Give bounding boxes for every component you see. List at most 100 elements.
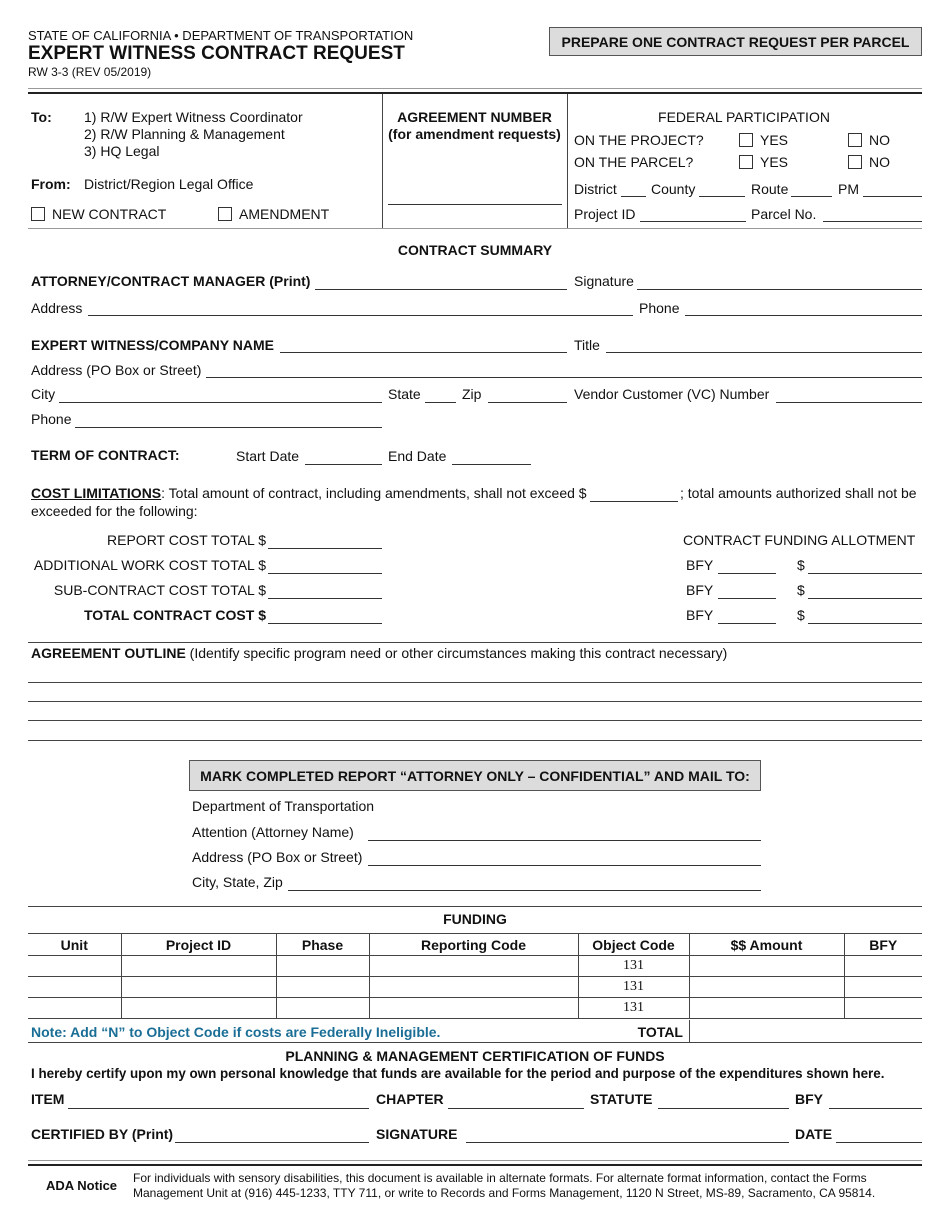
mail-address-field[interactable] [368,865,761,866]
funding-row: 131 [28,955,922,977]
dollar-label-2: $ [797,582,805,598]
contract-summary-title: CONTRACT SUMMARY [397,242,553,258]
new-contract-label: NEW CONTRACT [52,206,167,222]
object-code-cell[interactable]: 131 [577,997,690,1019]
expert-address-field[interactable] [206,377,922,378]
mail-city-field[interactable] [288,890,761,891]
object-code-cell[interactable]: 131 [577,976,690,998]
footer-divider-thick [28,1164,922,1166]
total-amount-field[interactable] [690,1021,922,1041]
bfy-field-2[interactable] [718,598,776,599]
outline-line-3[interactable] [28,720,922,721]
reporting-code-cell[interactable] [368,976,579,998]
report-cost-field[interactable] [268,548,382,549]
chapter-field[interactable] [448,1108,584,1109]
to-item-2: 2) R/W Planning & Management [84,126,285,142]
amendment-checkbox[interactable] [218,207,232,221]
district-field[interactable] [621,196,646,197]
district-label: District [574,181,617,197]
project-id-cell[interactable] [120,997,277,1019]
reporting-code-cell[interactable] [368,955,579,977]
total-cost-field[interactable] [268,623,382,624]
routing-bottom-divider [28,228,922,229]
new-contract-checkbox[interactable] [31,207,45,221]
expert-title-field[interactable] [606,352,922,353]
unit-cell[interactable] [28,955,122,977]
item-field[interactable] [68,1108,369,1109]
bfy-cell[interactable] [843,976,922,998]
bfy-field-3[interactable] [718,623,776,624]
parcel-no-checkbox[interactable] [848,155,862,169]
county-field[interactable] [699,196,745,197]
project-no-checkbox[interactable] [848,133,862,147]
allotment-amount-field-3[interactable] [808,623,922,624]
statute-field[interactable] [658,1108,789,1109]
attention-field[interactable] [368,840,761,841]
zip-label: Zip [462,386,482,402]
cert-date-field[interactable] [836,1142,922,1143]
pm-field[interactable] [863,196,922,197]
additional-cost-label: ADDITIONAL WORK COST TOTAL $ [33,557,266,573]
attorney-field[interactable] [315,289,567,290]
start-date-field[interactable] [305,464,382,465]
attorney-phone-field[interactable] [685,315,922,316]
outline-top-divider [28,642,922,643]
route-label: Route [751,181,789,197]
outline-line-4[interactable] [28,740,922,741]
phase-cell[interactable] [275,997,370,1019]
expert-city-field[interactable] [59,402,382,403]
expert-name-field[interactable] [280,352,567,353]
project-yes-checkbox[interactable] [739,133,753,147]
cert-signature-field[interactable] [466,1142,789,1143]
object-code-cell[interactable]: 131 [577,955,690,977]
parcel-no-field[interactable] [823,221,922,222]
project-id-cell[interactable] [120,955,277,977]
funding-title: FUNDING [443,911,507,927]
outline-line-2[interactable] [28,701,922,702]
vc-number-field[interactable] [776,402,922,403]
route-field[interactable] [791,196,832,197]
end-date-field[interactable] [452,464,531,465]
additional-cost-field[interactable] [268,573,382,574]
unit-cell[interactable] [28,997,122,1019]
project-id-cell[interactable] [120,976,277,998]
outline-line-1[interactable] [28,682,922,683]
bfy-cell[interactable] [843,997,922,1019]
cert-bfy-label: BFY [795,1091,823,1107]
parcel-yes-checkbox[interactable] [739,155,753,169]
agreement-outline-text: AGREEMENT OUTLINE (Identify specific pro… [31,645,727,662]
certified-by-field[interactable] [175,1142,369,1143]
amount-cell[interactable] [688,955,845,977]
signature-label: Signature [574,273,634,289]
cost-limitations-text-3: exceeded for the following: [31,503,198,519]
amount-cell[interactable] [688,976,845,998]
subcontract-cost-field[interactable] [268,598,382,599]
expert-zip-field[interactable] [488,402,567,403]
phase-cell[interactable] [275,976,370,998]
project-id-field[interactable] [640,221,746,222]
mail-city-label: City, State, Zip [192,874,283,890]
expert-state-field[interactable] [425,402,456,403]
max-contract-amount-field[interactable] [590,501,678,502]
funding-row: 131 [28,997,922,1019]
attorney-signature-field[interactable] [637,289,922,290]
agreement-number-field[interactable] [388,204,562,205]
bfy-cell[interactable] [843,955,922,977]
parcel-no-label: NO [869,154,890,170]
agreement-number-title: AGREEMENT NUMBER [397,109,552,125]
form-title: EXPERT WITNESS CONTRACT REQUEST [28,43,405,64]
amount-cell[interactable] [688,997,845,1019]
amendment-label: AMENDMENT [239,206,330,222]
attention-label: Attention (Attorney Name) [192,824,354,840]
unit-cell[interactable] [28,976,122,998]
attorney-address-field[interactable] [88,315,633,316]
attorney-label: ATTORNEY/CONTRACT MANAGER (Print) [31,273,311,289]
allotment-amount-field-2[interactable] [808,598,922,599]
reporting-code-cell[interactable] [368,997,579,1019]
to-label: To: [31,109,52,125]
phase-cell[interactable] [275,955,370,977]
cert-bfy-field[interactable] [829,1108,922,1109]
bfy-field-1[interactable] [718,573,776,574]
expert-phone-field[interactable] [75,427,382,428]
allotment-amount-field-1[interactable] [808,573,922,574]
